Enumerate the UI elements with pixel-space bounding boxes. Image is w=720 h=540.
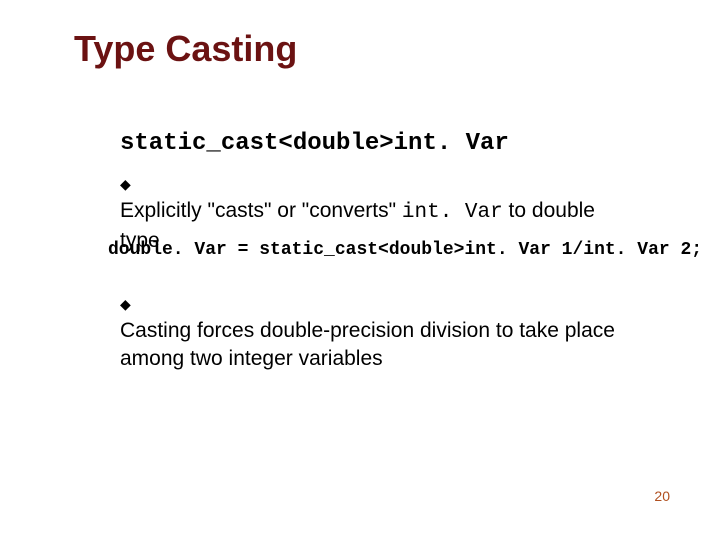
bullet-diamond-icon: ◆ xyxy=(120,290,140,313)
slide: Type Casting static_cast<double>int. Var… xyxy=(0,0,720,540)
page-number: 20 xyxy=(654,488,670,504)
bullet-item-2: ◆ Casting forces double-precision divisi… xyxy=(120,290,640,374)
bullet-diamond-icon: ◆ xyxy=(120,170,140,193)
code-example-line: double. Var = static_cast<double>int. Va… xyxy=(108,240,702,260)
bullet-text: Casting forces double-precision division… xyxy=(120,317,616,374)
slide-title: Type Casting xyxy=(74,28,297,70)
code-headline: static_cast<double>int. Var xyxy=(120,130,509,157)
bullet-text-pre: Explicitly "casts" or "converts" xyxy=(120,199,402,222)
bullet-text-pre: Casting forces double-precision division… xyxy=(120,319,615,369)
bullet-text-mono: int. Var xyxy=(402,201,503,224)
